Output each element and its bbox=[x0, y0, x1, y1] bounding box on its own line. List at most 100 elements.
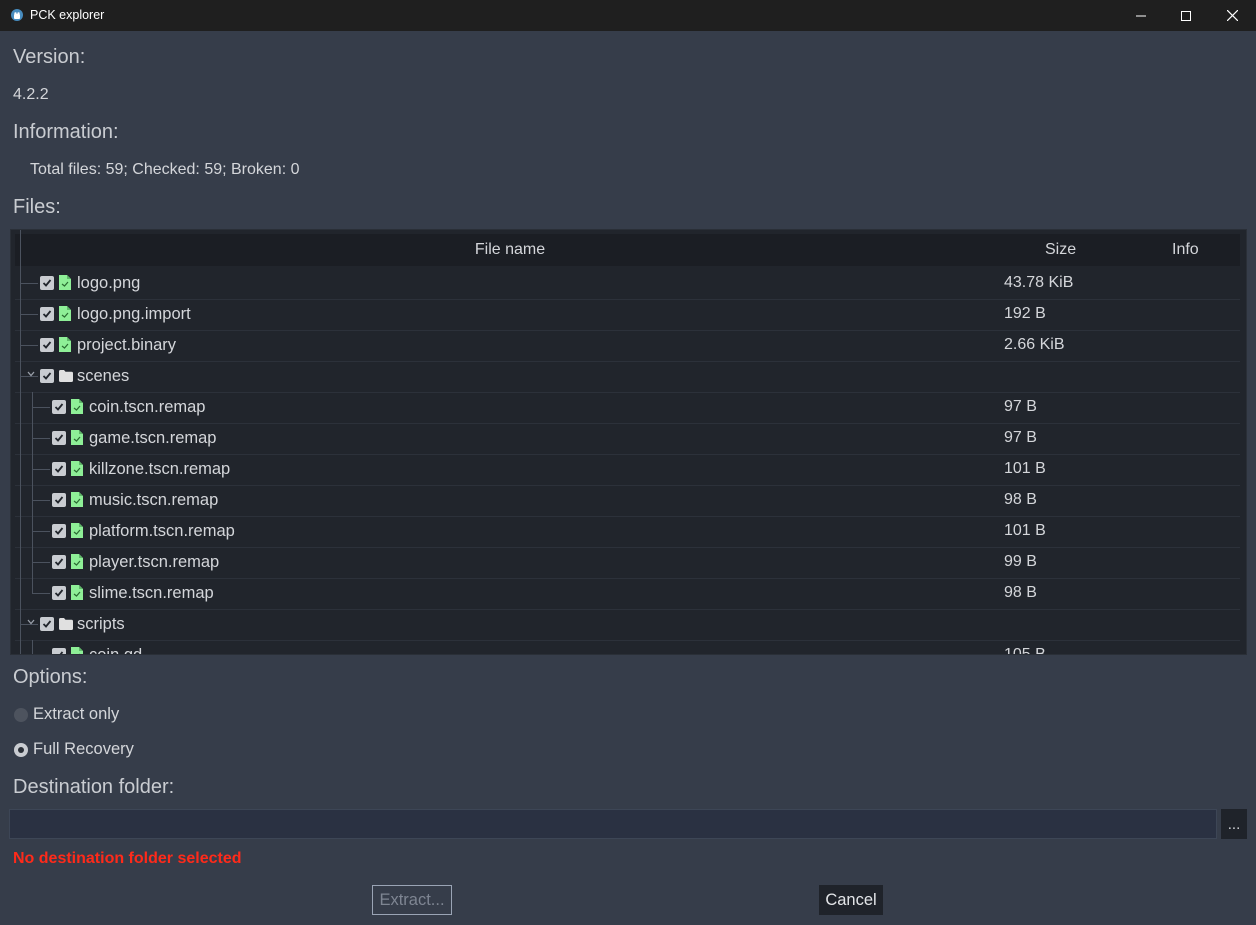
row-file-size: 43.78 KiB bbox=[1004, 274, 1074, 291]
tree-file-row[interactable]: coin.gd 105 B bbox=[15, 640, 1240, 655]
row-file-size: 192 B bbox=[1004, 305, 1046, 322]
file-icon bbox=[71, 492, 83, 507]
row-file-size: 97 B bbox=[1004, 398, 1037, 415]
tree-guide-line bbox=[32, 392, 33, 594]
version-value: 4.2.2 bbox=[13, 86, 49, 103]
maximize-icon bbox=[1181, 10, 1191, 21]
row-file-name: killzone.tscn.remap bbox=[89, 460, 231, 478]
tree-file-row[interactable]: music.tscn.remap 98 B bbox=[15, 485, 1240, 517]
row-file-name: coin.gd bbox=[89, 646, 143, 655]
window-title: PCK explorer bbox=[30, 8, 105, 22]
chevron-down-icon[interactable] bbox=[26, 369, 36, 379]
tree-folder-row[interactable]: scripts bbox=[15, 609, 1240, 641]
extract-only-label[interactable]: Extract only bbox=[33, 705, 119, 724]
file-icon bbox=[71, 399, 83, 414]
row-checkbox[interactable] bbox=[40, 338, 54, 352]
tree-file-row[interactable]: platform.tscn.remap 101 B bbox=[15, 516, 1240, 548]
tree-connector bbox=[32, 562, 50, 563]
tree-file-row[interactable]: game.tscn.remap 97 B bbox=[15, 423, 1240, 455]
extract-button[interactable]: Extract... bbox=[372, 885, 452, 915]
destination-heading: Destination folder: bbox=[13, 776, 175, 798]
column-header-size[interactable]: Size bbox=[1045, 241, 1076, 259]
file-icon bbox=[71, 461, 83, 476]
version-heading: Version: bbox=[13, 46, 86, 68]
folder-icon bbox=[59, 618, 73, 630]
tree-file-row[interactable]: logo.png 43.78 KiB bbox=[15, 268, 1240, 300]
extract-only-radio[interactable] bbox=[14, 708, 28, 722]
row-checkbox[interactable] bbox=[40, 276, 54, 290]
browse-folder-button[interactable]: ... bbox=[1221, 809, 1247, 839]
row-checkbox[interactable] bbox=[40, 369, 54, 383]
row-file-size: 2.66 KiB bbox=[1004, 336, 1065, 353]
tree-file-row[interactable]: slime.tscn.remap 98 B bbox=[15, 578, 1240, 610]
row-file-name: logo.png bbox=[77, 274, 141, 292]
files-heading: Files: bbox=[13, 196, 61, 218]
file-icon bbox=[59, 337, 71, 352]
row-checkbox[interactable] bbox=[52, 555, 66, 569]
row-checkbox[interactable] bbox=[52, 586, 66, 600]
tree-file-row[interactable]: killzone.tscn.remap 101 B bbox=[15, 454, 1240, 486]
row-checkbox[interactable] bbox=[52, 524, 66, 538]
full-recovery-radio[interactable] bbox=[14, 743, 28, 757]
destination-folder-input[interactable] bbox=[9, 809, 1217, 839]
tree-connector bbox=[20, 314, 38, 315]
row-file-size: 101 B bbox=[1004, 522, 1046, 539]
options-heading: Options: bbox=[13, 666, 88, 688]
column-header-info[interactable]: Info bbox=[1172, 241, 1199, 259]
tree-file-row[interactable]: player.tscn.remap 99 B bbox=[15, 547, 1240, 579]
row-file-size: 98 B bbox=[1004, 491, 1037, 508]
file-icon bbox=[59, 275, 71, 290]
row-file-size: 105 B bbox=[1004, 646, 1046, 655]
maximize-button[interactable] bbox=[1163, 0, 1209, 31]
row-file-name: platform.tscn.remap bbox=[89, 522, 235, 540]
file-tree[interactable]: File name Size Info logo.png 43.78 KiB log… bbox=[10, 229, 1247, 655]
tree-connector bbox=[32, 500, 50, 501]
row-file-name: project.binary bbox=[77, 336, 177, 354]
row-checkbox[interactable] bbox=[40, 617, 54, 631]
pck-explorer-window: PCK explorer Version: 4.2.2 Information:… bbox=[0, 0, 1256, 925]
file-icon bbox=[71, 430, 83, 445]
tree-guide-line bbox=[32, 640, 33, 654]
row-checkbox[interactable] bbox=[52, 493, 66, 507]
row-checkbox[interactable] bbox=[52, 648, 66, 654]
row-checkbox[interactable] bbox=[52, 400, 66, 414]
tree-connector bbox=[32, 593, 50, 594]
row-file-name: music.tscn.remap bbox=[89, 491, 219, 509]
row-file-size: 97 B bbox=[1004, 429, 1037, 446]
row-checkbox[interactable] bbox=[52, 431, 66, 445]
file-icon bbox=[71, 585, 83, 600]
minimize-icon bbox=[1136, 15, 1146, 16]
tree-connector bbox=[32, 438, 50, 439]
close-icon bbox=[1226, 10, 1238, 21]
destination-error-message: No destination folder selected bbox=[13, 850, 242, 867]
row-file-name: scenes bbox=[77, 367, 130, 385]
row-file-name: game.tscn.remap bbox=[89, 429, 217, 447]
tree-connector bbox=[32, 407, 50, 408]
row-file-name: coin.tscn.remap bbox=[89, 398, 206, 416]
column-header-file-name[interactable]: File name bbox=[15, 241, 1005, 259]
file-icon bbox=[71, 647, 83, 654]
chevron-down-icon[interactable] bbox=[26, 617, 36, 627]
tree-file-row[interactable]: project.binary 2.66 KiB bbox=[15, 330, 1240, 362]
row-file-size: 99 B bbox=[1004, 553, 1037, 570]
file-icon bbox=[71, 554, 83, 569]
file-icon bbox=[59, 306, 71, 321]
row-file-name: slime.tscn.remap bbox=[89, 584, 214, 602]
tree-file-row[interactable]: coin.tscn.remap 97 B bbox=[15, 392, 1240, 424]
full-recovery-label[interactable]: Full Recovery bbox=[33, 740, 134, 759]
minimize-button[interactable] bbox=[1118, 0, 1164, 31]
tree-file-row[interactable]: logo.png.import 192 B bbox=[15, 299, 1240, 331]
folder-icon bbox=[59, 370, 73, 382]
information-value: Total files: 59; Checked: 59; Broken: 0 bbox=[30, 161, 300, 178]
row-checkbox[interactable] bbox=[40, 307, 54, 321]
tree-connector bbox=[20, 283, 38, 284]
cancel-button[interactable]: Cancel bbox=[819, 885, 883, 915]
close-button[interactable] bbox=[1209, 0, 1255, 31]
tree-header: File name Size Info bbox=[15, 234, 1240, 266]
row-checkbox[interactable] bbox=[52, 462, 66, 476]
tree-folder-row[interactable]: scenes bbox=[15, 361, 1240, 393]
row-file-name: logo.png.import bbox=[77, 305, 191, 323]
godot-app-icon bbox=[11, 9, 23, 21]
tree-connector bbox=[20, 345, 38, 346]
row-file-name: scripts bbox=[77, 615, 125, 633]
